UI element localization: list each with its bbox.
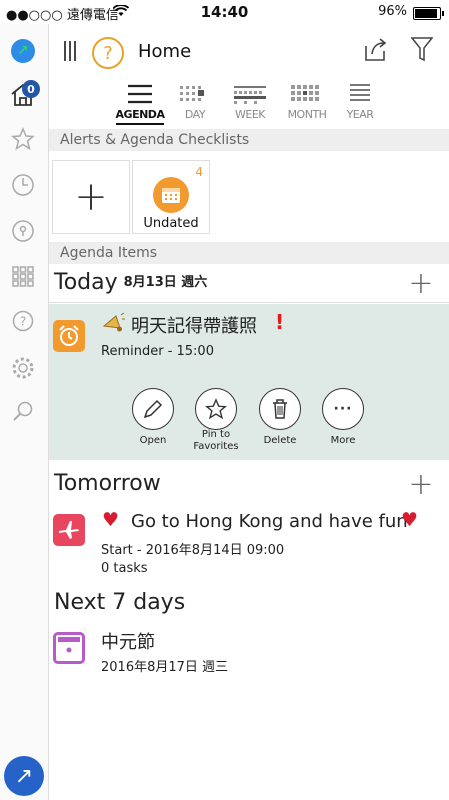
search-icon[interactable]	[8, 397, 38, 427]
airplane-icon	[53, 514, 85, 546]
top-navigation-bar: ? Home	[49, 24, 449, 76]
trip-task-count: 0 tasks	[101, 561, 148, 576]
undated-checklist-tile[interactable]: 4 Undated	[132, 160, 210, 234]
pin-to-favorites-button[interactable]	[195, 388, 237, 430]
status-bar: ●●○○○ 遠傳電信 14:40 96%	[0, 0, 449, 24]
today-label: Today	[54, 270, 118, 295]
tab-month[interactable]: MONTH	[282, 80, 332, 121]
star-outline-icon	[205, 398, 227, 420]
help-button[interactable]: ?	[92, 37, 124, 69]
heart-icon: ♥	[102, 509, 120, 531]
undated-label: Undated	[143, 216, 199, 231]
week-view-icon	[225, 80, 275, 108]
trash-icon	[273, 399, 287, 419]
trip-start: Start - 2016年8月14日 09:00	[101, 543, 285, 558]
festival-title: 中元節	[101, 632, 155, 653]
page-title: Home	[138, 41, 192, 62]
reminder-subtitle: Reminder - 15:00	[101, 344, 214, 359]
open-label: Open	[139, 435, 167, 446]
tab-day[interactable]: DAY	[170, 80, 220, 121]
heart-icon: ♥	[401, 509, 419, 531]
pin-label-line1: Pin to	[201, 429, 231, 440]
tab-year-label: YEAR	[346, 108, 374, 121]
more-button[interactable]: ···	[322, 388, 364, 430]
open-button[interactable]	[132, 388, 174, 430]
urgent-exclamation-icon: !	[275, 310, 285, 334]
sidebar: ↗ 0 ? ↗	[0, 24, 49, 800]
trip-item[interactable]: ♥ Go to Hong Kong and have fun ♥ Start -…	[49, 504, 449, 584]
add-checklist-button[interactable]: +	[52, 160, 130, 234]
add-today-button[interactable]: +	[407, 269, 435, 299]
month-view-icon	[282, 80, 332, 108]
tab-agenda[interactable]: AGENDA	[115, 80, 165, 125]
app-shortcut-icon[interactable]: ↗	[4, 756, 44, 796]
home-badge: 0	[22, 80, 40, 98]
calendar-icon	[153, 177, 189, 213]
more-label: More	[330, 435, 356, 446]
location-icon[interactable]	[8, 216, 38, 246]
reminder-title: 明天記得帶護照	[131, 316, 257, 337]
battery-icon	[413, 7, 444, 20]
tab-month-label: MONTH	[287, 108, 327, 121]
agenda-items-section-header: Agenda Items	[49, 242, 449, 264]
agenda-list-icon	[115, 80, 165, 108]
battery-percent: 96%	[378, 4, 407, 19]
next7-header: Next 7 days	[54, 590, 186, 615]
tab-week[interactable]: WEEK	[225, 80, 275, 121]
star-icon[interactable]	[8, 124, 38, 154]
today-date: 8月13日 週六	[123, 275, 208, 290]
help-icon[interactable]: ?	[8, 307, 38, 337]
undated-count-badge: 4	[195, 165, 203, 179]
app-logo-icon[interactable]: ↗	[11, 39, 35, 63]
festival-item[interactable]: 中元節 2016年8月17日 週三	[49, 622, 449, 682]
add-tomorrow-button[interactable]: +	[407, 470, 435, 500]
grid-icon[interactable]	[8, 261, 38, 291]
menu-icon[interactable]	[63, 41, 77, 61]
pin-label-line2: Favorites	[193, 441, 239, 452]
tab-year[interactable]: YEAR	[335, 80, 385, 121]
share-icon[interactable]	[363, 36, 389, 62]
clock-icon[interactable]	[8, 170, 38, 200]
bell-icon	[102, 312, 125, 332]
alarm-clock-icon	[53, 320, 85, 352]
trip-title: Go to Hong Kong and have fun	[131, 511, 408, 532]
checklists-section-header: Alerts & Agenda Checklists	[49, 129, 449, 151]
day-view-icon	[170, 80, 220, 108]
year-view-icon	[335, 80, 385, 108]
today-header: Today 8月13日 週六	[54, 270, 207, 295]
settings-gear-icon[interactable]	[8, 353, 38, 383]
svg-text:?: ?	[20, 315, 26, 329]
festival-date: 2016年8月17日 週三	[101, 660, 229, 675]
pencil-icon	[143, 399, 163, 419]
view-switcher: AGENDA DAY WEEK MONTH YEAR	[49, 80, 449, 128]
filter-icon[interactable]	[411, 36, 433, 62]
delete-label: Delete	[263, 435, 297, 446]
calendar-event-icon	[53, 632, 85, 664]
divider	[49, 302, 449, 303]
delete-button[interactable]	[259, 388, 301, 430]
tomorrow-header: Tomorrow	[54, 471, 161, 496]
tab-week-label: WEEK	[235, 108, 266, 121]
tab-agenda-label: AGENDA	[115, 108, 165, 125]
more-dots-icon: ···	[333, 401, 353, 417]
tab-day-label: DAY	[184, 108, 206, 121]
